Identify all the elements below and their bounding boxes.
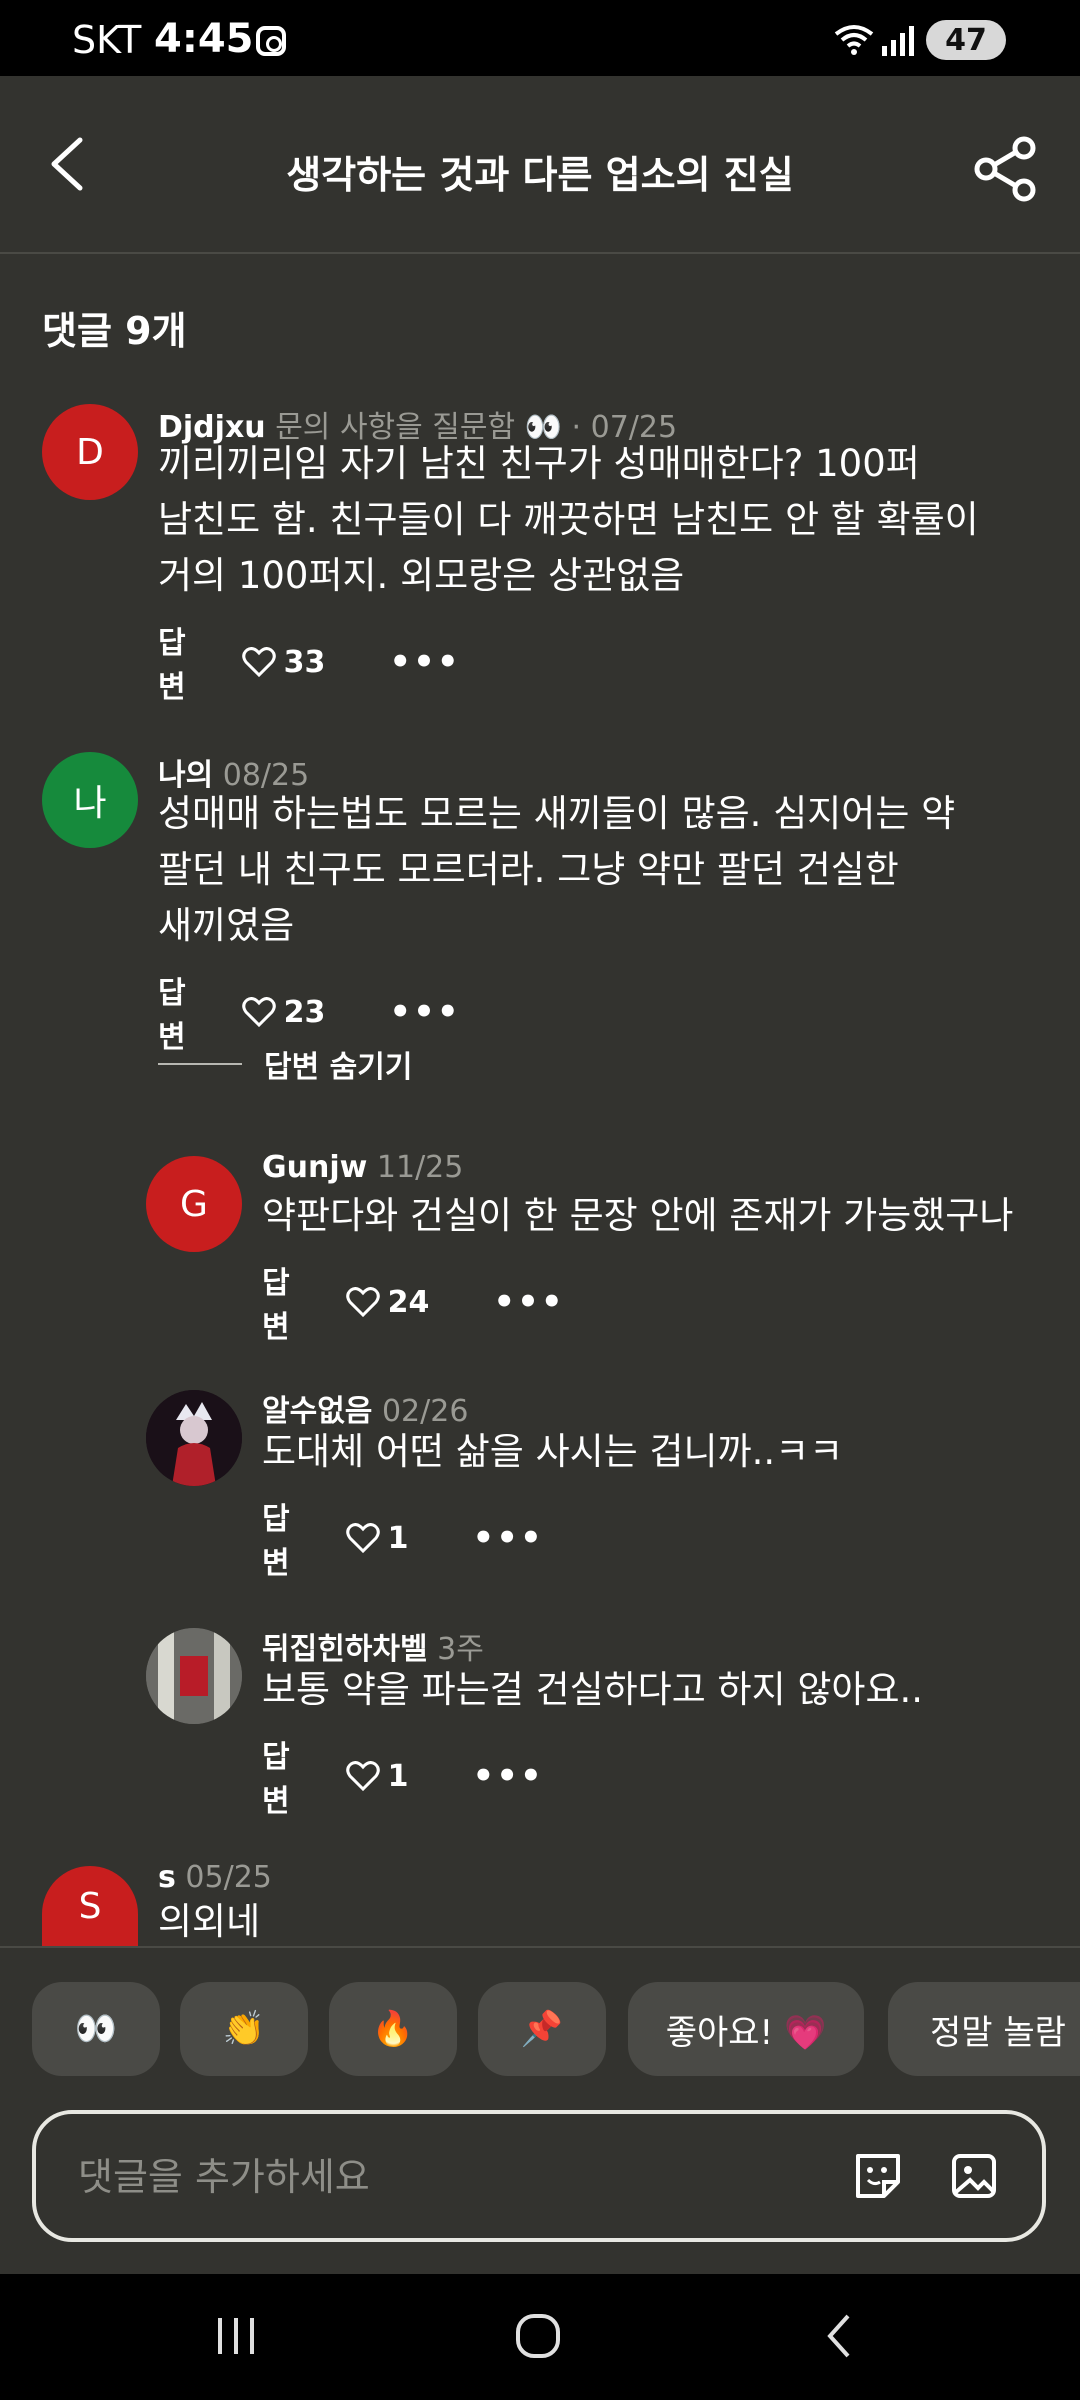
back-arrow-icon[interactable] <box>40 134 100 194</box>
heart-icon <box>345 1523 380 1553</box>
heart-icon <box>241 997 276 1027</box>
avatar-image <box>146 1628 242 1724</box>
system-navigation-bar <box>0 2274 1080 2400</box>
comment-text: 의외네 <box>158 1894 1038 1946</box>
comment-actions: 답변 33 ••• <box>158 618 461 706</box>
signal-icon <box>882 26 914 56</box>
reaction-bar: 👀 👏 🔥 📌 좋아요! 💗 정말 놀람 <box>0 1946 1080 2076</box>
comment-line: 남친도 함. 친구들이 다 깨끗하면 남친도 안 할 확률이 <box>158 498 979 541</box>
more-options-icon[interactable]: ••• <box>472 1756 543 1796</box>
reaction-chip-eyes[interactable]: 👀 <box>32 1982 160 2076</box>
comment-date: 05/25 <box>185 1860 272 1895</box>
hide-replies-label: 답변 숨기기 <box>264 1050 413 1085</box>
comment-line: 도대체 어떤 삶을 사시는 겁니까..ㅋㅋ <box>262 1430 844 1473</box>
comment-meta: Gunjw 11/25 <box>262 1150 463 1185</box>
reply-button[interactable]: 답변 <box>158 618 186 706</box>
divider <box>158 1063 242 1065</box>
reply-button[interactable]: 답변 <box>262 1494 290 1582</box>
comment-line: 약판다와 건실이 한 문장 안에 존재가 가능했구나 <box>262 1194 1014 1237</box>
like-button[interactable]: 1 <box>345 1758 409 1794</box>
comment-text: 보통 약을 파는걸 건실하다고 하지 않아요.. <box>262 1662 1062 1718</box>
status-bar: SKT 4:45 47 <box>0 0 1080 76</box>
avatar-initial: G <box>180 1183 208 1225</box>
avatar-initial: 나 <box>73 783 107 824</box>
comment-text: 성매매 하는법도 모르는 새끼들이 많음. 심지어는 약 팔던 내 친구도 모르… <box>158 786 1038 954</box>
heart-icon <box>345 1287 380 1317</box>
comment-actions: 답변 1 ••• <box>262 1494 544 1582</box>
comment-input[interactable] <box>76 2148 840 2206</box>
battery-indicator: 47 <box>926 20 1006 60</box>
share-icon[interactable] <box>970 134 1040 204</box>
wifi-icon <box>834 25 874 55</box>
heart-icon <box>345 1761 380 1791</box>
comment-text: 약판다와 건실이 한 문장 안에 존재가 가능했구나 <box>262 1188 1062 1244</box>
reaction-chip-fire[interactable]: 🔥 <box>329 1982 457 2076</box>
heart-icon <box>241 647 276 677</box>
more-options-icon[interactable]: ••• <box>493 1282 564 1322</box>
avatar[interactable] <box>146 1390 242 1486</box>
like-count: 24 <box>387 1284 430 1320</box>
avatar[interactable]: 나 <box>42 752 138 848</box>
comment-line: 거의 100퍼지. 외모랑은 상관없음 <box>158 554 685 597</box>
comment-count: 댓글 9개 <box>42 309 187 353</box>
comment-author[interactable]: s <box>158 1860 176 1895</box>
page-title: 생각하는 것과 다른 업소의 진실 <box>286 153 794 197</box>
instagram-notification-icon <box>256 26 286 56</box>
comment-date: 11/25 <box>376 1150 464 1185</box>
comment-actions: 답변 1 ••• <box>262 1732 544 1820</box>
comment-line: 보통 약을 파는걸 건실하다고 하지 않아요.. <box>262 1668 924 1711</box>
like-button[interactable]: 33 <box>241 644 326 680</box>
like-button[interactable]: 24 <box>345 1284 430 1320</box>
comment-actions: 답변 24 ••• <box>262 1258 565 1346</box>
home-icon[interactable] <box>514 2312 562 2360</box>
image-icon[interactable] <box>946 2148 1002 2204</box>
back-icon[interactable] <box>818 2312 862 2360</box>
avatar-initial: S <box>78 1885 102 1927</box>
like-button[interactable]: 1 <box>345 1520 409 1556</box>
avatar[interactable]: D <box>42 404 138 500</box>
avatar[interactable] <box>146 1628 242 1724</box>
avatar[interactable]: G <box>146 1156 242 1252</box>
reaction-chip-clap[interactable]: 👏 <box>180 1982 308 2076</box>
like-count: 1 <box>387 1520 409 1556</box>
comment-author[interactable]: Gunjw <box>262 1150 367 1185</box>
comment-text: 끼리끼리임 자기 남친 친구가 성매매한다? 100퍼 남친도 함. 친구들이 … <box>158 436 1038 604</box>
comment-line: 의외네 <box>158 1900 261 1943</box>
more-options-icon[interactable]: ••• <box>389 992 460 1032</box>
reply-button[interactable]: 답변 <box>262 1258 290 1346</box>
comment-line: 팔던 내 친구도 모르더라. 그냥 약만 팔던 건실한 <box>158 848 899 891</box>
top-app-bar: 생각하는 것과 다른 업소의 진실 <box>0 76 1080 254</box>
more-options-icon[interactable]: ••• <box>472 1518 543 1558</box>
like-count: 23 <box>283 994 326 1030</box>
more-options-icon[interactable]: ••• <box>389 642 460 682</box>
comment-composer <box>32 2110 1046 2242</box>
reply-button[interactable]: 답변 <box>262 1732 290 1820</box>
clock: 4:45 <box>154 16 254 62</box>
comment-line: 성매매 하는법도 모르는 새끼들이 많음. 심지어는 약 <box>158 792 956 835</box>
avatar-initial: D <box>76 431 104 473</box>
comment-meta: s 05/25 <box>158 1860 272 1895</box>
like-button[interactable]: 23 <box>241 994 326 1030</box>
like-count: 1 <box>387 1758 409 1794</box>
reaction-chip-surprised[interactable]: 정말 놀람 <box>888 1982 1080 2076</box>
avatar[interactable]: S <box>42 1866 138 1946</box>
hide-replies-button[interactable]: 답변 숨기기 <box>158 1042 412 1086</box>
sticker-icon[interactable] <box>850 2148 906 2204</box>
comment-text: 도대체 어떤 삶을 사시는 겁니까..ㅋㅋ <box>262 1424 1062 1480</box>
reaction-chip-pin[interactable]: 📌 <box>478 1982 606 2076</box>
comment-line: 끼리끼리임 자기 남친 친구가 성매매한다? 100퍼 <box>158 442 920 485</box>
comment-line: 새끼였음 <box>158 904 295 947</box>
carrier-label: SKT <box>72 18 142 62</box>
recent-apps-icon[interactable] <box>214 2314 258 2358</box>
like-count: 33 <box>283 644 326 680</box>
reaction-chip-like[interactable]: 좋아요! 💗 <box>628 1982 864 2076</box>
avatar-image <box>146 1390 242 1486</box>
